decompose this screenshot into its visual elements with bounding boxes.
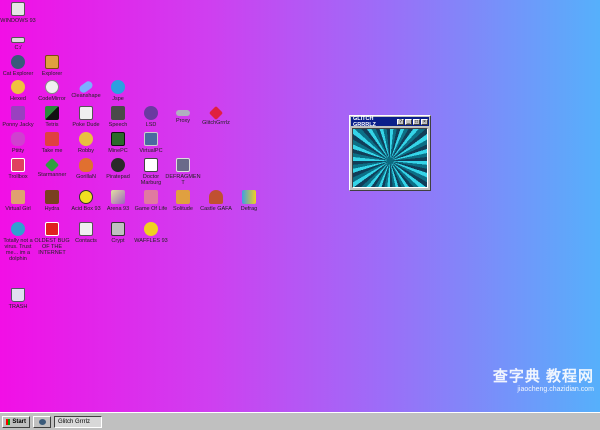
fox-icon xyxy=(79,158,93,172)
desktop-icon-minepc[interactable]: MinePC xyxy=(100,132,136,154)
desktop-icon-lsd[interactable]: LSD xyxy=(133,106,169,128)
minimize-button[interactable]: _ xyxy=(405,118,412,125)
terminal-icon xyxy=(111,132,125,146)
desktop-icon-trash[interactable]: TRASH xyxy=(0,288,36,310)
taskbar: Start Glitch Grrrlz xyxy=(0,412,600,430)
desktop-icon-poke-dude[interactable]: Poke Dude xyxy=(68,106,104,128)
desktop-icon-ptitty[interactable]: Ptitty xyxy=(0,132,36,154)
desktop-icon-dolphin[interactable]: Totally not a virus. Trust me... im a do… xyxy=(0,222,36,262)
start-label: Start xyxy=(12,418,26,425)
glitch-canvas[interactable] xyxy=(352,128,428,188)
disk-icon xyxy=(176,158,190,172)
red-doc-icon xyxy=(45,222,59,236)
close-button[interactable]: × xyxy=(421,118,428,125)
contacts-icon xyxy=(79,222,93,236)
desktop-icon-gorillan[interactable]: GorillaN xyxy=(68,158,104,180)
question-icon xyxy=(144,222,158,236)
window-titlebar[interactable]: GLITCH GRRRLZ ? _ □ × xyxy=(351,115,429,128)
desktop-icon-jspe[interactable]: Jspe xyxy=(100,80,136,102)
lock-icon xyxy=(111,222,125,236)
desktop-icon-hexed[interactable]: Hexed xyxy=(0,80,36,102)
desktop-icon-c-drive[interactable]: C:/ xyxy=(0,33,36,51)
cat-icon xyxy=(11,55,25,69)
figure-icon xyxy=(11,106,25,120)
dolphin-icon xyxy=(11,222,25,236)
brush-icon xyxy=(45,80,59,94)
desktop-icon-castle-gafa[interactable]: Castle GAFA xyxy=(198,190,234,212)
help-button[interactable]: ? xyxy=(397,118,404,125)
start-button[interactable]: Start xyxy=(2,415,30,428)
desktop-icon-defrag[interactable]: Defrag xyxy=(231,190,267,212)
s-logo-icon xyxy=(111,80,125,94)
horse-icon xyxy=(176,190,190,204)
girl-icon xyxy=(11,190,25,204)
task-label: Glitch Grrrlz xyxy=(58,418,90,425)
tetris-icon xyxy=(45,106,59,120)
desktop-icon-tetris[interactable]: Tetris xyxy=(34,106,70,128)
desktop-icon-starmanner[interactable]: Starmanner xyxy=(34,157,70,178)
desktop-icon-contacts[interactable]: Contacts xyxy=(68,222,104,244)
desktop-icon-defragment[interactable]: DEFRAGMENT xyxy=(165,158,201,186)
maximize-button[interactable]: □ xyxy=(413,118,420,125)
desktop: WINDOWS 93 C:/ Cat Explorer Explorer Hex… xyxy=(0,0,600,412)
desktop-icon-take-me[interactable]: Take me xyxy=(34,132,70,154)
gem-icon xyxy=(208,105,224,121)
hydra-icon xyxy=(45,190,59,204)
watermark: 查字典 教程网 jiaocheng.chazidian.com xyxy=(493,365,594,393)
grapes-icon xyxy=(144,106,158,120)
watermark-main: 查字典 教程网 xyxy=(492,368,594,385)
taskbar-item-glitch-grrrlz[interactable]: Glitch Grrrlz xyxy=(54,415,102,428)
desktop-icon-ponny-jacky[interactable]: Ponny Jacky xyxy=(0,106,36,128)
quick-launch-button[interactable] xyxy=(33,415,51,428)
cat-icon xyxy=(38,418,46,425)
desktop-icon-explorer[interactable]: Explorer xyxy=(34,55,70,77)
sprite-icon xyxy=(144,190,158,204)
pen-icon xyxy=(242,190,256,204)
glitch-window[interactable]: GLITCH GRRRLZ ? _ □ × xyxy=(349,115,431,191)
windows-logo-icon xyxy=(6,418,11,425)
computer-icon xyxy=(11,2,25,16)
desktop-icon-crypt[interactable]: Crypt xyxy=(100,222,136,244)
desktop-icon-arena[interactable]: Arena 93 xyxy=(100,190,136,212)
desktop-icon-game-of-life[interactable]: Game Of Life xyxy=(133,190,169,212)
face-icon xyxy=(79,106,93,120)
desktop-icon-doctor-marburg[interactable]: Doctor Marburg xyxy=(133,158,169,186)
desktop-icon-cleanshape[interactable]: Cleanshape xyxy=(68,79,104,99)
desktop-icon-acid-box[interactable]: Acid Box 93 xyxy=(68,190,104,212)
desktop-icon-speech[interactable]: Speech xyxy=(100,106,136,128)
desktop-icon-virtual-girl[interactable]: Virtual Girl xyxy=(0,190,36,212)
smiley-icon xyxy=(79,190,93,204)
desktop-icon-codemirror[interactable]: CodeMirror xyxy=(34,80,70,102)
person-icon xyxy=(209,190,223,204)
heart-doc-icon xyxy=(11,158,25,172)
star-icon xyxy=(44,157,60,173)
speaker-icon xyxy=(111,106,125,120)
desktop-icon-piratepad[interactable]: Piratepad xyxy=(100,158,136,180)
robot-icon xyxy=(79,132,93,146)
pony-icon xyxy=(11,132,25,146)
cube-icon xyxy=(111,190,125,204)
drive-icon xyxy=(11,37,25,43)
desktop-icon-cat-explorer[interactable]: Cat Explorer xyxy=(0,55,36,77)
window-title: GLITCH GRRRLZ xyxy=(353,115,376,128)
desktop-icon-windows93[interactable]: WINDOWS 93 xyxy=(0,2,36,24)
folder-icon xyxy=(45,55,59,69)
palette-icon xyxy=(11,80,25,94)
desktop-icon-virtualpc[interactable]: VirtualPC xyxy=(133,132,169,154)
pirate-icon xyxy=(111,158,125,172)
desktop-icon-glitchgrrrlz[interactable]: GlitchGrrrlz xyxy=(198,105,234,126)
desktop-icon-hydra[interactable]: Hydra xyxy=(34,190,70,212)
trash-icon xyxy=(11,288,25,302)
watermark-url: jiaocheng.chazidian.com xyxy=(517,386,594,393)
desktop-icon-solitude[interactable]: Solitude xyxy=(165,190,201,212)
hat-icon xyxy=(144,158,158,172)
desktop-icon-oldest-bug[interactable]: OLDEST BUG OF THE INTERNET xyxy=(34,222,70,256)
desktop-icon-waffles[interactable]: WAFFLES 93 xyxy=(133,222,169,244)
desktop-icon-robby[interactable]: Robby xyxy=(68,132,104,154)
desktop-icon-trollbox[interactable]: Trollbox xyxy=(0,158,36,180)
red-box-icon xyxy=(45,132,59,146)
monitor-icon xyxy=(144,132,158,146)
glasses-icon xyxy=(176,110,190,116)
desktop-icon-proxy[interactable]: Proxy xyxy=(165,106,201,124)
